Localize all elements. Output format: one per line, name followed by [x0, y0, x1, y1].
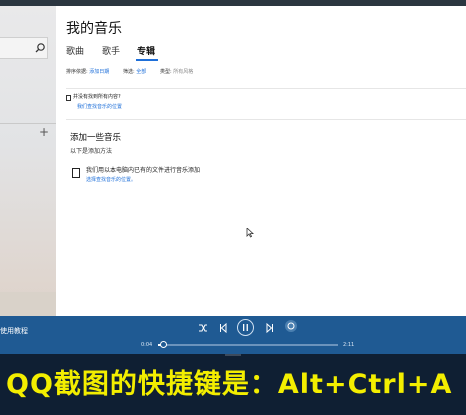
progress-slider[interactable]	[158, 341, 338, 348]
resize-handle	[225, 354, 241, 356]
repeat-button[interactable]	[285, 320, 297, 332]
total-time: 2:11	[343, 342, 355, 348]
tab-artists[interactable]: 歌手	[102, 46, 120, 58]
genre-filter[interactable]: 筛选: 全部	[123, 69, 146, 75]
search-input[interactable]	[0, 37, 48, 59]
main-content: 我的音乐 歌曲 歌手 专辑 排序依据: 添加日期 筛选: 全部 类型: 所有风格…	[56, 6, 466, 316]
next-icon[interactable]	[266, 321, 274, 335]
previous-icon[interactable]	[219, 321, 227, 335]
filter-value[interactable]: 全部	[136, 69, 146, 75]
play-pause-button[interactable]	[237, 319, 254, 336]
repeat-icon	[287, 322, 295, 330]
add-music-subheading: 以下是添加方法	[70, 148, 113, 155]
now-playing-title[interactable]: 使用教程	[0, 326, 28, 336]
filter-label: 筛选:	[123, 69, 135, 75]
search-icon[interactable]	[34, 42, 46, 54]
mouse-pointer-icon	[246, 228, 254, 238]
sidebar: +	[0, 6, 56, 322]
video-caption-band: QQ截图的快捷键是：Alt+Ctrl+A	[0, 354, 466, 415]
elapsed-time: 0:04	[141, 342, 153, 348]
sort-label: 排序依据:	[66, 69, 88, 75]
type-filter[interactable]: 类型: 所有风格	[160, 69, 193, 75]
add-music-heading: 添加一些音乐	[70, 133, 122, 143]
caption-text: QQ截图的快捷键是：Alt+Ctrl+A	[6, 369, 453, 400]
player-bar: 使用教程 0:04 2:11	[0, 316, 466, 354]
divider	[66, 88, 466, 89]
add-from-pc-text: 我们用以本电脑内已有的文件进行音乐添加	[86, 167, 201, 174]
sidebar-divider	[0, 123, 56, 124]
tab-songs[interactable]: 歌曲	[66, 46, 84, 58]
sort-filter[interactable]: 排序依据: 添加日期	[66, 69, 109, 75]
page-title: 我的音乐	[66, 21, 122, 37]
not-found-question: 并没有找到所有内容?	[73, 94, 121, 100]
type-label: 类型:	[160, 69, 172, 75]
choose-location-link[interactable]: 选择查找音乐的位置。	[86, 177, 136, 183]
document-icon	[66, 95, 71, 101]
sort-value[interactable]: 添加日期	[89, 69, 109, 75]
add-playlist-plus-icon[interactable]: +	[39, 126, 49, 138]
type-value[interactable]: 所有风格	[173, 69, 193, 75]
tab-albums[interactable]: 专辑	[137, 46, 155, 58]
progress-thumb[interactable]	[160, 341, 167, 348]
pause-icon	[243, 324, 248, 331]
music-location-link[interactable]: 我们查找音乐的位置	[77, 104, 122, 110]
file-icon	[72, 168, 80, 178]
active-tab-indicator	[136, 59, 158, 61]
divider	[66, 119, 466, 120]
shuffle-icon[interactable]	[198, 321, 208, 335]
